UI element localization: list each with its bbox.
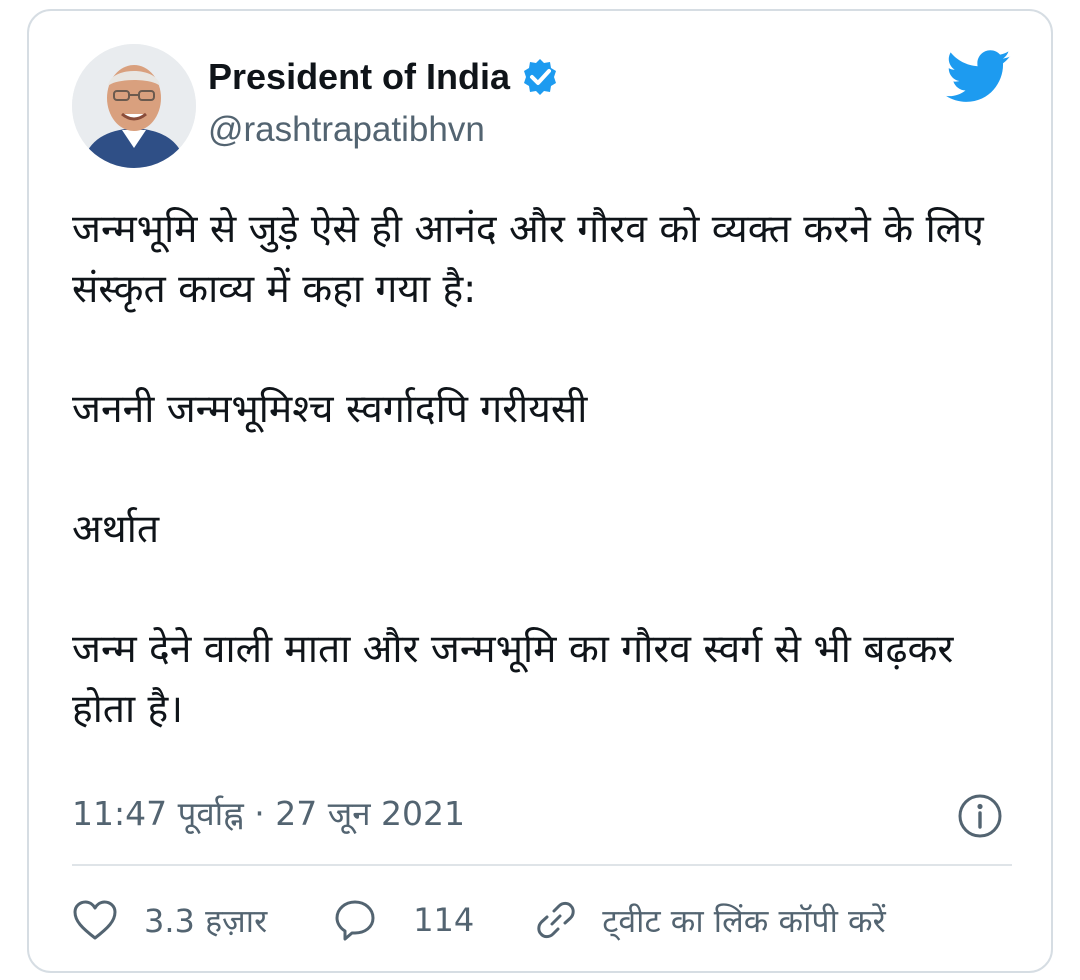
like-button[interactable]: 3.3 हज़ार bbox=[72, 899, 267, 942]
verified-badge-icon bbox=[520, 57, 560, 97]
twitter-bird-icon[interactable] bbox=[946, 50, 1012, 104]
tweet-actions: 3.3 हज़ार 114 ट्वीट का लिंक कॉपी करें bbox=[72, 892, 886, 948]
reply-count: 114 bbox=[413, 901, 475, 939]
tweet-timestamp[interactable]: 11:47 पूर्वाह्न · 27 जून 2021 bbox=[72, 790, 465, 835]
copy-link-button[interactable]: ट्वीट का लिंक कॉपी करें bbox=[534, 898, 886, 942]
author-name[interactable]: President of India bbox=[208, 56, 560, 98]
tweet-line: जन्म देने वाली माता और जन्मभूमि का गौरव … bbox=[72, 627, 966, 732]
tweet-line: जननी जन्मभूमिश्च स्वर्गादपि गरीयसी bbox=[72, 387, 588, 432]
reply-bubble-icon bbox=[335, 900, 375, 941]
reply-button[interactable]: 114 bbox=[333, 898, 474, 942]
heart-icon bbox=[73, 900, 117, 940]
avatar[interactable] bbox=[72, 44, 196, 168]
tweet-line: जन्मभूमि से जुड़े ऐसे ही आनंद और गौरव को… bbox=[72, 207, 997, 312]
author-handle[interactable]: @rashtrapatibhvn bbox=[208, 110, 485, 150]
link-icon bbox=[537, 901, 575, 939]
author-name-text: President of India bbox=[208, 56, 511, 97]
tweet-line: अर्थात bbox=[72, 507, 160, 552]
like-count: 3.3 हज़ार bbox=[144, 901, 268, 940]
info-icon[interactable] bbox=[957, 793, 1003, 839]
copy-link-label: ट्वीट का लिंक कॉपी करें bbox=[602, 901, 886, 940]
tweet-text: जन्मभूमि से जुड़े ऐसे ही आनंद और गौरव को… bbox=[72, 200, 1022, 740]
divider bbox=[72, 864, 1012, 866]
